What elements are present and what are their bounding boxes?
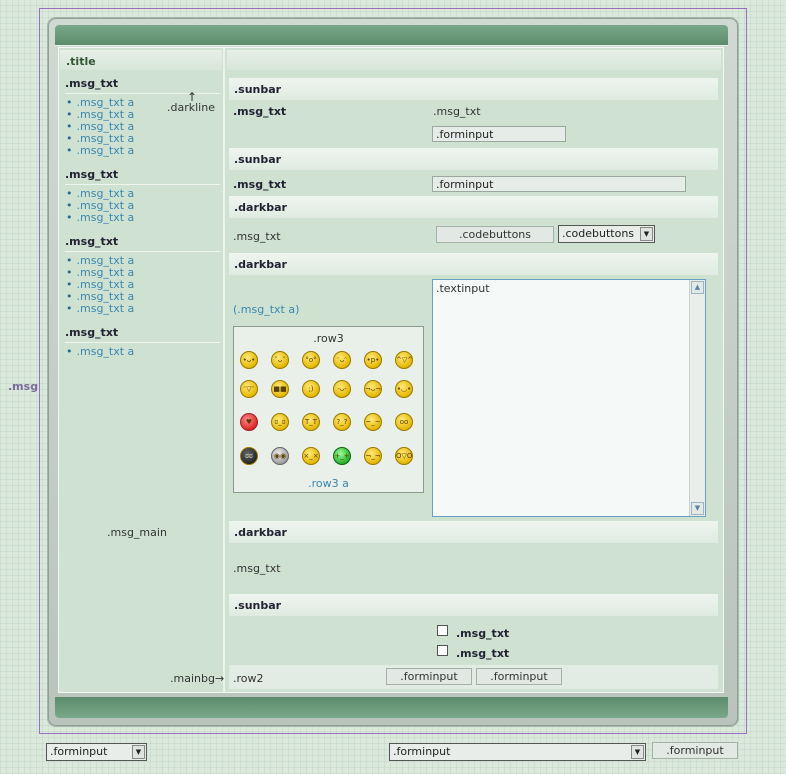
row2 bbox=[229, 665, 718, 689]
mainbg-label: .mainbg→ bbox=[170, 672, 225, 685]
smirk-icon[interactable]: ¬ᴗ¬ bbox=[364, 380, 382, 398]
row2-label: .row2 bbox=[233, 672, 264, 685]
bottom-select-wide[interactable]: .forminput ▼ bbox=[389, 743, 646, 761]
cool-icon[interactable]: ■■ bbox=[271, 380, 289, 398]
confused-icon[interactable]: ?_? bbox=[333, 413, 351, 431]
scroll-up-icon[interactable]: ▲ bbox=[691, 281, 704, 294]
shock-icon[interactable]: °o° bbox=[302, 351, 320, 369]
glasses-icon[interactable]: oo bbox=[395, 413, 413, 431]
codebuttons-select[interactable]: .codebuttons ▼ bbox=[558, 225, 655, 243]
sidebar-link[interactable]: .msg_txt a bbox=[66, 145, 135, 157]
angry-icon[interactable]: ಠ_ಠ bbox=[271, 413, 289, 431]
checkbox-label: .msg_txt bbox=[456, 627, 510, 640]
msg-label: .msg bbox=[8, 380, 39, 393]
bottom-bar bbox=[55, 697, 728, 718]
sidebar-list: .msg_txt a bbox=[66, 346, 135, 358]
msg-txt-link[interactable]: (.msg_txt a) bbox=[233, 303, 299, 316]
tongue-icon[interactable]: •p• bbox=[364, 351, 382, 369]
darkbar: .darkbar bbox=[229, 521, 718, 543]
yell-icon[interactable]: O▽O bbox=[395, 447, 413, 465]
msg-main-label: .msg_main bbox=[107, 526, 167, 539]
sunbar: .sunbar bbox=[229, 78, 718, 100]
grin-icon[interactable]: ˘ᴗ˘ bbox=[271, 351, 289, 369]
sick-icon[interactable]: ×_× bbox=[302, 447, 320, 465]
biggrin-icon[interactable]: ᵔ▽ᵔ bbox=[240, 380, 258, 398]
top-strip bbox=[227, 50, 721, 70]
green-icon[interactable]: +_+ bbox=[333, 447, 351, 465]
sidebar-heading: .msg_txt bbox=[65, 235, 220, 252]
form-input[interactable]: .forminput bbox=[432, 126, 566, 142]
bottom-select[interactable]: .forminput ▼ bbox=[46, 743, 147, 761]
cry-icon[interactable]: T_T bbox=[302, 413, 320, 431]
row3-label: .row3 bbox=[313, 332, 344, 345]
checkbox-label: .msg_txt bbox=[456, 647, 510, 660]
smile2-icon[interactable]: •◡• bbox=[395, 380, 413, 398]
page-title: .title bbox=[60, 50, 222, 70]
form-input[interactable]: .forminput bbox=[432, 176, 686, 192]
sidebar-link[interactable]: .msg_txt a bbox=[66, 303, 135, 315]
form-button[interactable]: .forminput bbox=[476, 668, 562, 685]
msg-txt: .msg_txt bbox=[233, 230, 281, 243]
chevron-down-icon: ▼ bbox=[132, 745, 145, 759]
sidebar-list: .msg_txt a .msg_txt a .msg_txt a bbox=[66, 188, 135, 224]
msg-txt-value: .msg_txt bbox=[433, 105, 481, 118]
darkbar: .darkbar bbox=[229, 196, 718, 218]
sidebar-heading: .msg_txt bbox=[65, 326, 220, 343]
select-value: .forminput bbox=[393, 745, 451, 758]
select-value: .forminput bbox=[50, 745, 108, 758]
happy-icon[interactable]: ᵔᴗᵔ bbox=[333, 351, 351, 369]
love-icon[interactable]: ♥ bbox=[240, 413, 258, 431]
alien-icon[interactable]: ◉◉ bbox=[271, 447, 289, 465]
chevron-down-icon: ▼ bbox=[631, 745, 644, 759]
chevron-down-icon: ▼ bbox=[640, 227, 653, 241]
ninja-icon[interactable]: ಠಠ bbox=[240, 447, 258, 465]
codebuttons-button[interactable]: .codebuttons bbox=[436, 226, 554, 243]
checkbox[interactable] bbox=[437, 625, 448, 636]
sunbar: .sunbar bbox=[229, 594, 718, 616]
scrollbar[interactable]: ▲ ▼ bbox=[689, 280, 705, 516]
checkbox[interactable] bbox=[437, 645, 448, 656]
darkline-label: .darkline bbox=[167, 101, 215, 114]
sleepy-icon[interactable]: -ᴗ- bbox=[333, 380, 351, 398]
sidebar-heading: .msg_txt bbox=[65, 168, 220, 185]
sunbar: .sunbar bbox=[229, 148, 718, 170]
sidebar-link[interactable]: .msg_txt a bbox=[66, 346, 135, 358]
text-input[interactable]: .textinput ▲ ▼ bbox=[432, 279, 706, 517]
sidebar-list: .msg_txt a .msg_txt a .msg_txt a .msg_tx… bbox=[66, 255, 135, 315]
smile-icon[interactable]: •ᴗ• bbox=[240, 351, 258, 369]
msg-txt: .msg_txt bbox=[233, 562, 281, 575]
row3-link[interactable]: .row3 a bbox=[234, 477, 423, 490]
smiley-panel: .row3 •ᴗ• ˘ᴗ˘ °o° ᵔᴗᵔ •p• ^▽^ ᵔ▽ᵔ ■■;) -ᴗ- ¬ᴗ¬ •◡•… bbox=[233, 326, 424, 493]
sneaky-icon[interactable]: ¬_¬ bbox=[364, 447, 382, 465]
msg-txt-label: .msg_txt bbox=[233, 178, 287, 191]
sidebar-list: .msg_txt a .msg_txt a .msg_txt a .msg_tx… bbox=[66, 97, 135, 157]
worried-icon[interactable]: ~_~ bbox=[364, 413, 382, 431]
bottom-button[interactable]: .forminput bbox=[652, 742, 738, 759]
select-value: .codebuttons bbox=[562, 227, 635, 240]
textinput-text: .textinput bbox=[436, 282, 490, 295]
form-button[interactable]: .forminput bbox=[386, 668, 472, 685]
laugh-icon[interactable]: ^▽^ bbox=[395, 351, 413, 369]
darkbar: .darkbar bbox=[229, 253, 718, 275]
wink-icon[interactable]: ;) bbox=[302, 380, 320, 398]
top-bar bbox=[55, 25, 728, 46]
sidebar-link[interactable]: .msg_txt a bbox=[66, 212, 135, 224]
scroll-down-icon[interactable]: ▼ bbox=[691, 502, 704, 515]
msg-txt-label: .msg_txt bbox=[233, 105, 287, 118]
